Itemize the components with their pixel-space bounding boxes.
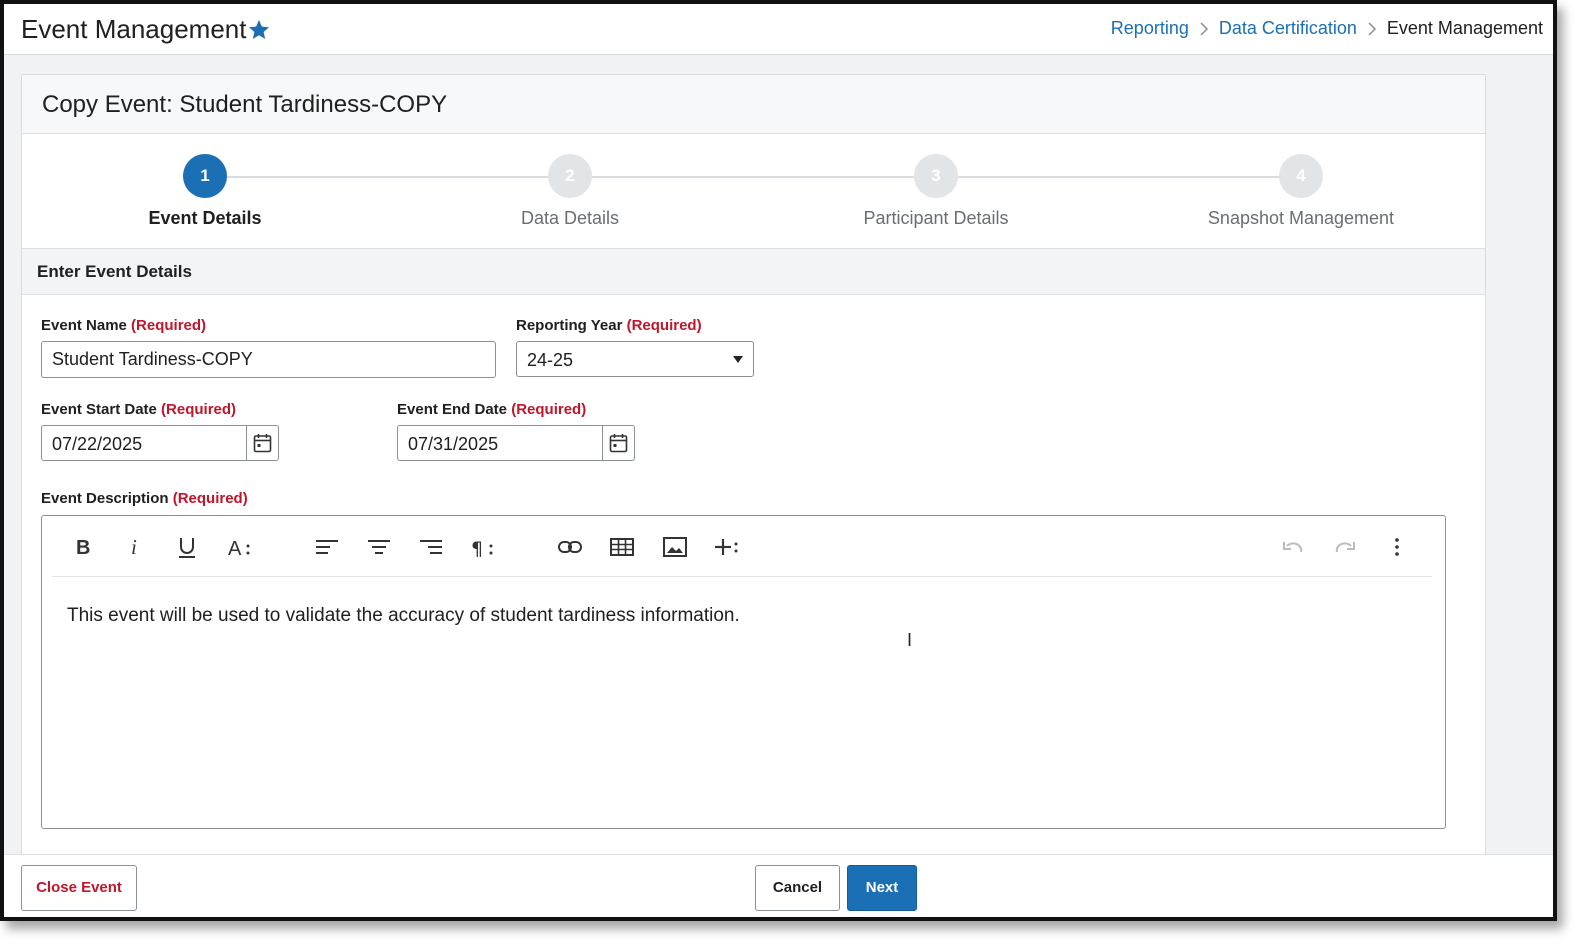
editor-toolbar: B i A ¶ <box>52 516 1432 577</box>
insert-link-button[interactable] <box>557 534 583 560</box>
app-window: Event Management Reporting Data Certific… <box>0 0 1557 921</box>
end-date-label-text: Event End Date <box>397 401 508 418</box>
align-right-icon <box>420 540 442 554</box>
step-event-details[interactable]: 1 Event Details <box>55 154 355 229</box>
insert-table-button[interactable] <box>609 534 635 560</box>
step-label: Participant Details <box>863 208 1009 228</box>
caret-down-icon <box>733 356 743 363</box>
required-marker: (Required) <box>172 490 248 507</box>
step-data-details[interactable]: 2 Data Details <box>420 154 720 229</box>
stepper-connector <box>205 176 1301 178</box>
breadcrumb-reporting[interactable]: Reporting <box>1111 18 1189 39</box>
breadcrumb-data-certification[interactable]: Data Certification <box>1219 18 1357 39</box>
start-date-field[interactable]: 07/22/2025 <box>41 425 279 461</box>
next-button[interactable]: Next <box>847 865 917 911</box>
bold-icon: B <box>76 537 90 559</box>
end-date-value: 07/31/2025 <box>408 434 499 454</box>
chevron-right-icon <box>1368 21 1376 36</box>
reporting-year-label-text: Reporting Year <box>516 317 623 334</box>
step-number: 3 <box>914 154 958 198</box>
chevron-right-icon <box>1200 21 1208 36</box>
align-center-icon <box>368 540 390 554</box>
breadcrumb: Reporting Data Certification Event Manag… <box>1111 18 1543 39</box>
rich-text-editor: B i A ¶ This event will be used to valid… <box>41 515 1446 829</box>
insert-more-button[interactable] <box>714 534 740 560</box>
step-label: Data Details <box>520 208 620 228</box>
page-header: Event Management Reporting Data Certific… <box>4 4 1553 55</box>
italic-button[interactable]: i <box>122 534 148 560</box>
more-options-button[interactable] <box>1384 534 1410 560</box>
more-options-icon <box>1395 538 1399 556</box>
insert-more-icon <box>715 539 738 555</box>
section-header: Enter Event Details <box>22 248 1485 295</box>
font-size-icon: A <box>228 538 250 560</box>
event-name-label-text: Event Name <box>41 317 127 334</box>
svg-text:A: A <box>228 538 242 560</box>
step-number: 4 <box>1279 154 1323 198</box>
undo-button[interactable] <box>1280 534 1306 560</box>
step-label: Snapshot Management <box>1207 208 1395 228</box>
link-icon <box>558 541 582 553</box>
calendar-icon <box>253 434 272 453</box>
svg-text:B: B <box>76 537 90 559</box>
required-marker: (Required) <box>131 317 207 334</box>
svg-text:i: i <box>131 535 137 559</box>
end-date-calendar-button[interactable] <box>602 426 634 460</box>
step-participant-details[interactable]: 3 Participant Details <box>786 154 1086 229</box>
paragraph-format-icon: ¶ <box>471 538 493 560</box>
close-event-button[interactable]: Close Event <box>21 865 137 911</box>
end-date-label: Event End Date (Required) <box>397 401 586 418</box>
insert-image-button[interactable] <box>662 534 688 560</box>
reporting-year-value: 24-25 <box>527 350 574 370</box>
redo-icon <box>1335 542 1355 553</box>
card-header: Copy Event: Student Tardiness-COPY <box>22 75 1485 134</box>
end-date-field[interactable]: 07/31/2025 <box>397 425 635 461</box>
font-size-button[interactable]: A <box>227 534 253 560</box>
start-date-label: Event Start Date (Required) <box>41 401 236 418</box>
description-label-text: Event Description <box>41 490 169 507</box>
start-date-calendar-button[interactable] <box>246 426 278 460</box>
copy-event-card: Copy Event: Student Tardiness-COPY 1 Eve… <box>21 74 1486 917</box>
section-title: Enter Event Details <box>37 262 192 281</box>
align-right-button[interactable] <box>418 534 444 560</box>
reporting-year-select[interactable]: 24-25 <box>516 341 754 377</box>
required-marker: (Required) <box>626 317 702 334</box>
align-left-icon <box>316 540 338 554</box>
underline-icon <box>179 538 195 558</box>
required-marker: (Required) <box>511 401 587 418</box>
start-date-value: 07/22/2025 <box>52 434 143 454</box>
breadcrumb-current: Event Management <box>1386 18 1543 38</box>
text-cursor-icon: I <box>907 630 913 650</box>
wizard-stepper: 1 Event Details 2 Data Details 3 Partici… <box>22 134 1485 248</box>
step-number: 2 <box>548 154 592 198</box>
cancel-button[interactable]: Cancel <box>755 865 840 911</box>
step-snapshot-management[interactable]: 4 Snapshot Management <box>1151 154 1451 229</box>
reporting-year-label: Reporting Year (Required) <box>516 317 702 334</box>
table-icon <box>610 538 634 556</box>
align-left-button[interactable] <box>314 534 340 560</box>
event-name-label: Event Name (Required) <box>41 317 206 334</box>
start-date-label-text: Event Start Date <box>41 401 157 418</box>
redo-button[interactable] <box>1332 534 1358 560</box>
italic-icon: i <box>131 535 137 559</box>
description-label: Event Description (Required) <box>41 490 248 507</box>
page-title: Event Management <box>21 14 247 44</box>
card-title: Copy Event: Student Tardiness-COPY <box>42 91 448 118</box>
svg-text:¶: ¶ <box>471 538 483 560</box>
event-name-input[interactable] <box>41 341 496 378</box>
align-center-button[interactable] <box>366 534 392 560</box>
paragraph-format-button[interactable]: ¶ <box>470 534 496 560</box>
underline-button[interactable] <box>174 534 200 560</box>
star-icon[interactable] <box>247 18 271 42</box>
undo-icon <box>1283 542 1303 553</box>
step-label: Event Details <box>148 208 262 228</box>
footer-bar: Close Event Cancel Next <box>4 854 1553 917</box>
step-number: 1 <box>183 154 227 198</box>
image-icon <box>663 537 687 557</box>
calendar-icon <box>609 434 628 453</box>
required-marker: (Required) <box>161 401 237 418</box>
description-content[interactable]: This event will be used to validate the … <box>67 605 740 627</box>
bold-button[interactable]: B <box>70 534 96 560</box>
